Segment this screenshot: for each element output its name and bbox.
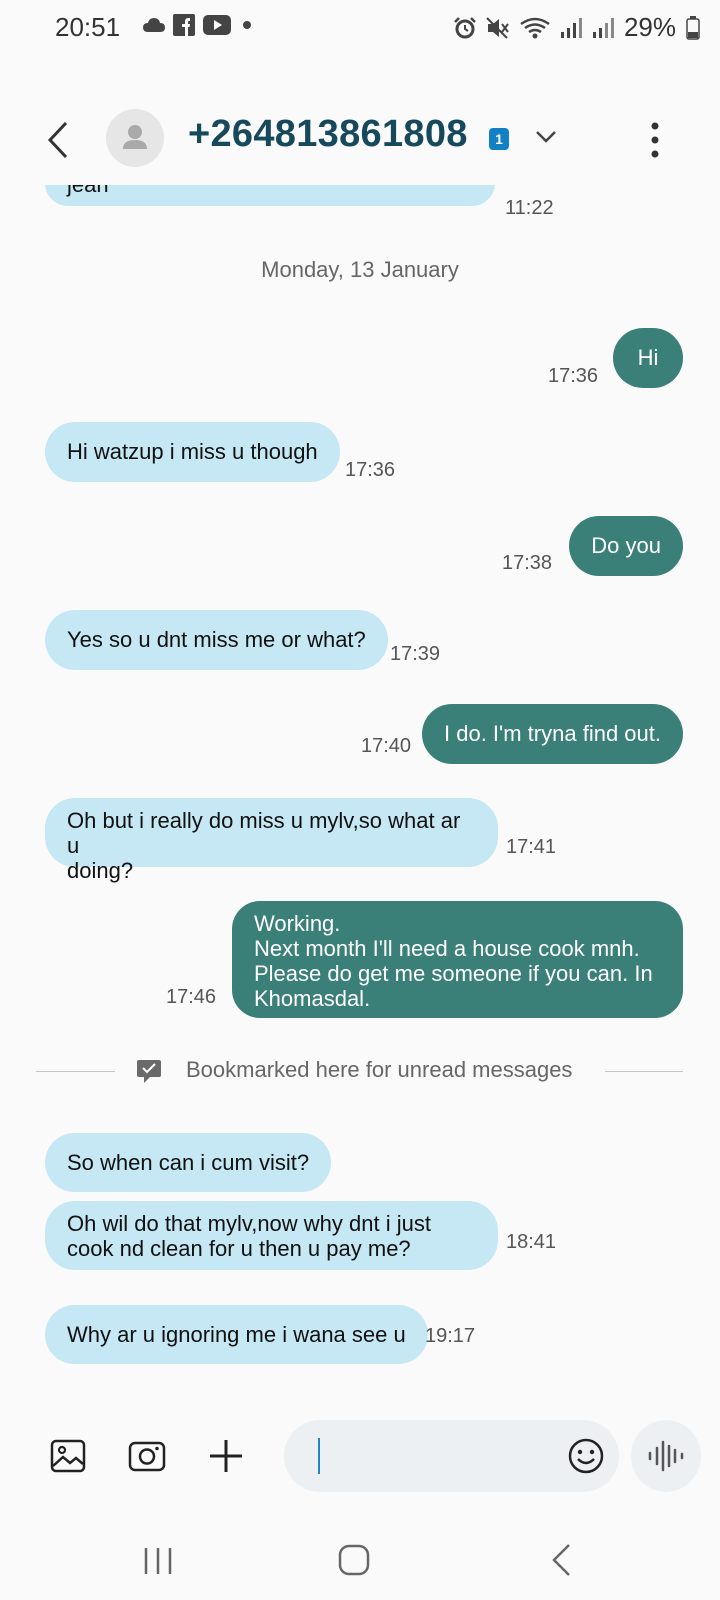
emoji-icon [568,1438,604,1474]
status-bar: 20:51 29% [0,0,720,52]
mute-icon [486,16,509,39]
message-list[interactable]: jean 11:22 Monday, 13 January Hi 17:36 H… [0,185,720,1405]
recent-apps-button[interactable] [138,1540,178,1580]
image-icon [50,1439,86,1473]
nav-back-button[interactable] [543,1540,583,1580]
date-separator: Monday, 13 January [261,257,459,282]
home-button[interactable] [334,1540,374,1580]
divider-line [605,1071,683,1072]
status-time: 20:51 [55,12,121,42]
home-icon [338,1544,370,1576]
message-time: 17:39 [390,643,441,665]
alarm-icon [454,16,476,38]
contact-number[interactable]: +264813861808 [188,113,468,156]
message-bubble-incoming[interactable]: Oh wil do that mylv,now why dnt i just c… [45,1201,498,1270]
message-bubble-incoming[interactable]: Yes so u dnt miss me or what? [45,610,388,670]
message-line: Working. [254,911,341,936]
bookmark-text: Bookmarked here for unread messages [186,1057,573,1082]
message-composer [0,1420,720,1492]
bookmark-message-icon [137,1060,161,1083]
message-line: Please do get me someone if you can. In [254,961,653,986]
message-time: 17:38 [502,552,553,574]
message-time: 17:41 [506,836,557,858]
message-bubble-incoming[interactable]: Hi watzup i miss u though [45,422,340,482]
attach-button[interactable] [206,1436,246,1476]
expand-button[interactable] [532,123,560,151]
message-time: 17:40 [361,735,412,757]
unread-bookmark-divider: Bookmarked here for unread messages [36,1056,683,1086]
message-text: So when can i cum visit? [67,1150,310,1175]
chevron-left-icon [47,121,68,159]
more-vertical-icon [651,122,659,158]
wifi-icon [520,17,550,38]
message-time: 17:36 [548,365,599,387]
message-bubble-outgoing[interactable]: I do. I'm tryna find out. [422,704,683,764]
cloud-icon [143,18,165,32]
back-button[interactable] [40,117,80,163]
person-icon [123,125,147,149]
battery-icon [686,15,700,40]
voice-record-button[interactable] [631,1420,701,1492]
message-bubble-incoming[interactable]: So when can i cum visit? [45,1133,332,1192]
message-line: Khomasdal. [254,986,371,1011]
message-bubble-incoming[interactable]: jean [45,185,495,206]
message-bubble-outgoing[interactable]: Hi [613,328,683,388]
message-line: Next month I'll need a house cook mnh. [254,936,640,961]
chevron-down-icon [536,131,556,143]
signal-icon [560,17,582,38]
message-text: jean [67,185,109,197]
contact-avatar[interactable] [106,109,164,167]
back-icon [552,1544,570,1576]
signal-icon-2 [592,17,614,38]
message-text: Yes so u dnt miss me or what? [67,627,366,652]
emoji-button[interactable] [566,1436,606,1476]
message-line: doing? [67,858,134,883]
plus-icon [210,1440,242,1472]
facebook-icon [173,14,195,36]
message-time: 17:46 [166,986,217,1008]
message-text: Hi [637,345,659,370]
message-line: cook nd clean for u then u pay me? [67,1236,411,1261]
youtube-icon [203,15,231,35]
message-time: 11:22 [505,197,554,219]
message-time: 18:41 [506,1231,557,1253]
navigation-bar [0,1530,720,1590]
message-line: Oh but i really do miss u mylv,so what a… [67,808,461,858]
notification-icons [143,14,255,36]
message-time: 17:36 [345,459,396,481]
battery-percent: 29% [623,12,676,42]
sim-badge: 1 [489,128,509,150]
message-bubble-outgoing[interactable]: Do you [569,516,683,576]
divider-line [36,1071,115,1072]
dot-icon [243,21,251,29]
message-text: Do you [591,533,661,558]
message-time: 19:17 [425,1325,476,1347]
message-bubble-outgoing[interactable]: Working. Next month I'll need a house co… [232,901,683,1018]
more-options-button[interactable] [643,117,667,163]
camera-button[interactable] [127,1436,167,1476]
recent-apps-icon [144,1548,172,1574]
gallery-button[interactable] [48,1436,88,1476]
message-line: Oh wil do that mylv,now why dnt i just [67,1211,431,1236]
message-text: Why ar u ignoring me i wana see u [67,1322,406,1347]
text-caret [318,1438,320,1474]
voice-wave-icon [648,1440,684,1472]
message-input[interactable] [284,1420,619,1492]
message-text: Hi watzup i miss u though [67,439,318,464]
conversation-header: +264813861808 1 [0,95,720,185]
message-bubble-incoming[interactable]: Oh but i really do miss u mylv,so what a… [45,798,498,883]
message-bubble-incoming[interactable]: Why ar u ignoring me i wana see u [45,1305,428,1364]
camera-icon [128,1441,166,1472]
message-text: I do. I'm tryna find out. [444,721,661,746]
